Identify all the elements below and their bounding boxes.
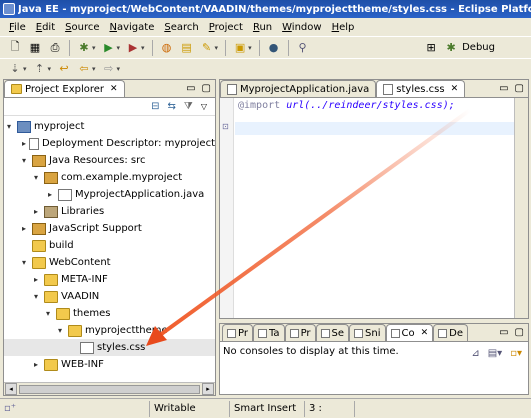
arrow-shaft: [158, 108, 472, 337]
annotation-arrow: [146, 108, 472, 346]
arrow-head: [146, 326, 167, 346]
